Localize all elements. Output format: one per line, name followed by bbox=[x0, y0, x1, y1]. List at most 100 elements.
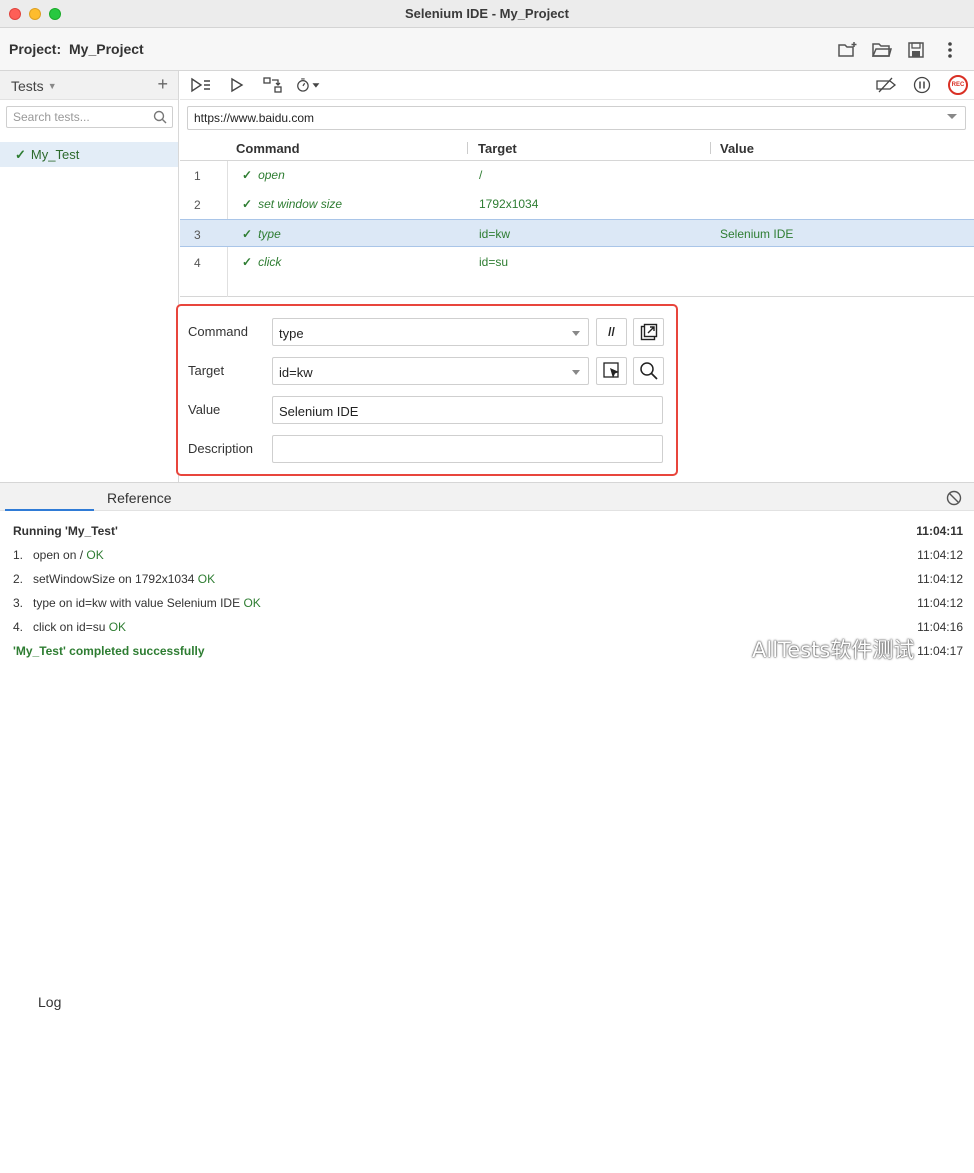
find-target-button[interactable] bbox=[633, 357, 664, 385]
window-title: Selenium IDE - My_Project bbox=[405, 6, 569, 21]
chevron-down-icon bbox=[947, 114, 957, 119]
passed-check-icon: ✓ bbox=[242, 168, 253, 182]
command-name: click bbox=[258, 255, 282, 269]
target-label: Target bbox=[188, 363, 225, 378]
search-icon bbox=[150, 107, 170, 127]
disable-breakpoints-icon[interactable] bbox=[874, 74, 898, 96]
select-target-button[interactable] bbox=[596, 357, 627, 385]
log-entry: 2. setWindowSize on 1792x1034 OK 11:04:12 bbox=[13, 572, 963, 586]
command-cell: ✓ type bbox=[242, 227, 281, 241]
log-entry: 1. open on / OK 11:04:12 bbox=[13, 548, 963, 562]
clear-log-icon[interactable] bbox=[942, 487, 966, 509]
tests-sidebar: Tests▼ + ✓ My_Test bbox=[0, 71, 179, 482]
log-header: Running 'My_Test' 11:04:11 bbox=[13, 524, 963, 538]
log-time: 11:04:12 bbox=[917, 548, 963, 562]
row-number: 3 bbox=[194, 228, 201, 242]
target-column-header: Target bbox=[478, 141, 517, 156]
row-number: 4 bbox=[194, 256, 201, 270]
wechat-logo-icon bbox=[716, 637, 745, 660]
value-field-value: Selenium IDE bbox=[279, 404, 359, 419]
log-entry-number: 4. bbox=[13, 620, 24, 634]
bottom-panel-tabs: Log Reference bbox=[0, 482, 974, 1173]
description-label: Description bbox=[188, 441, 254, 456]
log-header-text: Running 'My_Test' bbox=[13, 524, 118, 538]
search-tests-input[interactable] bbox=[7, 107, 147, 127]
command-row[interactable]: 4 ✓ click id=su bbox=[180, 248, 974, 276]
log-entry-text: click on id=su bbox=[33, 620, 106, 634]
log-status-ok: OK bbox=[197, 572, 216, 586]
passed-check-icon: ✓ bbox=[242, 197, 253, 211]
passed-check-icon: ✓ bbox=[242, 255, 253, 269]
run-all-icon[interactable] bbox=[188, 74, 214, 96]
project-bar: Project: My_Project bbox=[0, 28, 974, 71]
new-project-icon[interactable] bbox=[836, 39, 860, 61]
project-heading: Project: My_Project bbox=[9, 41, 144, 57]
log-footer-text: 'My_Test' completed successfully bbox=[13, 644, 205, 658]
target-field-value: id=kw bbox=[279, 365, 313, 380]
log-time: 11:04:16 bbox=[917, 620, 963, 634]
sidebar-header: Tests ▼ + bbox=[0, 71, 178, 100]
comment-toggle-button[interactable]: // bbox=[596, 318, 627, 346]
search-icon bbox=[639, 362, 658, 380]
log-status-ok: OK bbox=[86, 548, 104, 562]
target-cell: id=su bbox=[479, 255, 509, 269]
description-input[interactable] bbox=[272, 435, 663, 463]
target-cell: 1792x1034 bbox=[479, 197, 539, 211]
open-docs-button[interactable] bbox=[633, 318, 664, 346]
record-icon[interactable]: REC bbox=[946, 74, 970, 96]
command-name: open bbox=[258, 168, 285, 182]
record-label: REC bbox=[948, 75, 968, 95]
tab-log[interactable]: Log bbox=[38, 994, 974, 1173]
log-time: 11:04:11 bbox=[916, 524, 963, 538]
log-entry-text: setWindowSize on 1792x1034 bbox=[33, 572, 195, 586]
chevron-down-icon bbox=[572, 370, 580, 375]
log-time: 11:04:12 bbox=[917, 572, 963, 586]
command-row-selected[interactable]: 3 ✓ type id=kw Selenium IDE bbox=[180, 219, 974, 247]
command-select[interactable]: type bbox=[272, 318, 589, 346]
command-cell: ✓ click bbox=[242, 255, 281, 269]
watermark: AllTests软件测试 bbox=[716, 634, 914, 664]
value-column-header: Value bbox=[720, 141, 754, 156]
open-folder-icon[interactable] bbox=[870, 39, 894, 61]
more-icon[interactable] bbox=[938, 39, 962, 61]
base-url-value: https://www.baidu.com bbox=[194, 111, 315, 125]
value-input[interactable]: Selenium IDE bbox=[272, 396, 663, 424]
column-divider[interactable] bbox=[710, 142, 711, 154]
step-over-icon[interactable] bbox=[260, 74, 286, 96]
command-cell: ✓ set window size bbox=[242, 197, 342, 211]
tests-title: Tests bbox=[11, 78, 44, 94]
log-entry-text: type on id=kw with value Selenium IDE bbox=[33, 596, 241, 610]
command-name: set window size bbox=[258, 197, 343, 211]
command-row[interactable]: 1 ✓ open / bbox=[180, 161, 974, 189]
value-cell: Selenium IDE bbox=[720, 227, 794, 241]
passed-check-icon: ✓ bbox=[242, 227, 253, 241]
test-item-my-test[interactable]: ✓ My_Test bbox=[0, 142, 178, 167]
log-entry-text: open on / bbox=[33, 548, 84, 562]
tab-reference[interactable]: Reference bbox=[107, 490, 172, 506]
command-column-header: Command bbox=[236, 141, 300, 156]
speed-icon[interactable] bbox=[296, 74, 322, 96]
save-icon[interactable] bbox=[904, 39, 928, 61]
select-element-icon bbox=[602, 362, 619, 378]
project-label: Project: bbox=[9, 41, 62, 57]
project-name[interactable]: My_Project bbox=[69, 41, 144, 57]
column-divider[interactable] bbox=[467, 142, 468, 154]
command-editor: Command type // Target id=kw Value Selen… bbox=[176, 304, 678, 476]
title-bar: Selenium IDE - My_Project bbox=[0, 0, 974, 28]
pause-icon[interactable] bbox=[910, 74, 934, 96]
command-row[interactable]: 2 ✓ set window size 1792x1034 bbox=[180, 190, 974, 218]
base-url-select[interactable]: https://www.baidu.com bbox=[187, 106, 966, 130]
add-test-button[interactable]: + bbox=[157, 74, 168, 95]
target-select[interactable]: id=kw bbox=[272, 357, 589, 385]
chevron-down-icon: ▼ bbox=[47, 81, 57, 91]
row-number: 1 bbox=[194, 169, 201, 183]
passed-check-icon: ✓ bbox=[15, 146, 26, 162]
command-table-header: Command Target Value bbox=[180, 136, 974, 161]
watermark-text: AllTests软件测试 bbox=[752, 638, 915, 662]
test-name: My_Test bbox=[30, 147, 80, 162]
log-status-ok: OK bbox=[108, 620, 127, 634]
search-tests-box bbox=[6, 106, 173, 128]
chevron-down-icon bbox=[572, 331, 580, 336]
run-test-icon[interactable] bbox=[224, 74, 250, 96]
tests-dropdown[interactable]: Tests ▼ bbox=[11, 78, 57, 94]
